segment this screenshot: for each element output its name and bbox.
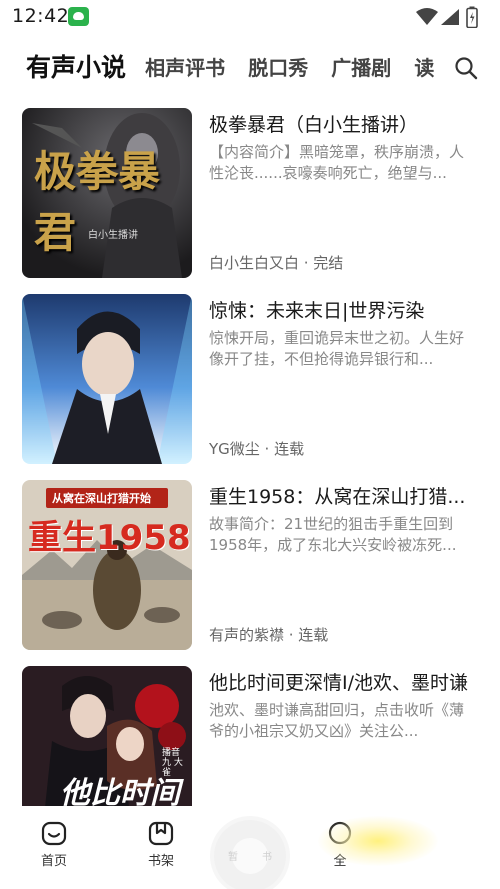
book-description: 【内容简介】黑暗笼罩，秩序崩溃，人性沦丧......哀嚎奏响死亡，绝望与...	[209, 143, 465, 182]
wifi-icon	[416, 8, 438, 25]
book-description: 故事简介：21世纪的狙击手重生回到1958年，成了东北大兴安岭被冻死...	[209, 515, 457, 554]
book-list-item[interactable]: 从窝在深山打猎开始 重生1958 重生1958：从窝在深山打猎... 故事简介：…	[0, 476, 500, 652]
status-bar: 12:42	[0, 0, 500, 34]
cover-side-text: 播音九 大雀	[162, 748, 183, 778]
tab-audio-novel[interactable]: 有声小说	[26, 44, 126, 92]
book-list-item[interactable]: 惊悚：未来末日|世界污染 惊悚开局，重回诡异末世之初。人生好像开了挂，不但抢得诡…	[0, 290, 500, 466]
battery-icon	[466, 6, 478, 28]
tab-radio-drama[interactable]: 广播剧	[331, 44, 391, 92]
tab-crosstalk-storytelling[interactable]: 相声评书	[145, 44, 225, 92]
book-list-item[interactable]: 极拳暴君 白小生播讲 极拳暴君（白小生播讲） 【内容简介】黑暗笼罩，秩序崩溃，人…	[0, 104, 500, 280]
cover-title-text: 重生1958	[28, 518, 191, 558]
play-text-left: 暂	[228, 852, 238, 863]
book-cover[interactable]	[22, 294, 192, 464]
book-cover[interactable]: 他比时间 播音九 大雀	[22, 666, 192, 806]
book-meta: 白小生白又白 · 完结	[209, 254, 344, 272]
nav-home-label: 首页	[40, 854, 67, 869]
home-icon	[41, 821, 67, 846]
tab-reading[interactable]: 读	[414, 44, 434, 92]
book-title[interactable]: 惊悚：未来末日|世界污染	[209, 296, 481, 323]
book-title[interactable]: 他比时间更深情I/池欢、墨时谦	[209, 668, 481, 695]
app-notification-icon	[68, 7, 89, 26]
nav-bookshelf-label: 书架	[147, 854, 174, 869]
book-description: 惊悚开局，重回诡异末世之初。人生好像开了挂，不但抢得诡异银行和...	[209, 329, 465, 368]
search-icon[interactable]	[454, 56, 478, 80]
cover-subtitle: 白小生播讲	[88, 230, 138, 241]
nav-home[interactable]: 首页	[24, 820, 84, 869]
book-title[interactable]: 重生1958：从窝在深山打猎...	[209, 482, 481, 509]
book-cover[interactable]: 极拳暴君 白小生播讲	[22, 108, 192, 278]
status-icons	[416, 6, 486, 28]
book-meta: 有声的紫襟 · 连载	[209, 626, 329, 644]
nav-bookshelf[interactable]: 书架	[131, 820, 191, 869]
book-cover[interactable]: 从窝在深山打猎开始 重生1958	[22, 480, 192, 650]
play-text-right: 书	[262, 852, 272, 863]
cover-title-text: 极拳暴君	[34, 147, 161, 257]
book-meta: YG微尘 · 连载	[209, 440, 305, 458]
bookshelf-icon	[148, 821, 174, 846]
category-tabs: 有声小说 相声评书 脱口秀 广播剧 读	[26, 44, 446, 92]
book-description: 池欢、墨时谦高甜回归，点击收听《薄爷的小祖宗又奶又凶》关注公...	[209, 701, 465, 740]
status-time: 12:42	[12, 5, 70, 27]
book-title[interactable]: 极拳暴君（白小生播讲）	[209, 110, 481, 137]
play-button[interactable]: 暂 书	[214, 820, 286, 889]
signal-icon	[441, 9, 459, 25]
cover-banner: 从窝在深山打猎开始	[52, 492, 151, 505]
tab-talk-show[interactable]: 脱口秀	[248, 44, 308, 92]
category-tab-bar: 有声小说 相声评书 脱口秀 广播剧 读	[0, 44, 500, 92]
highlight-glow-overlay	[318, 816, 438, 866]
